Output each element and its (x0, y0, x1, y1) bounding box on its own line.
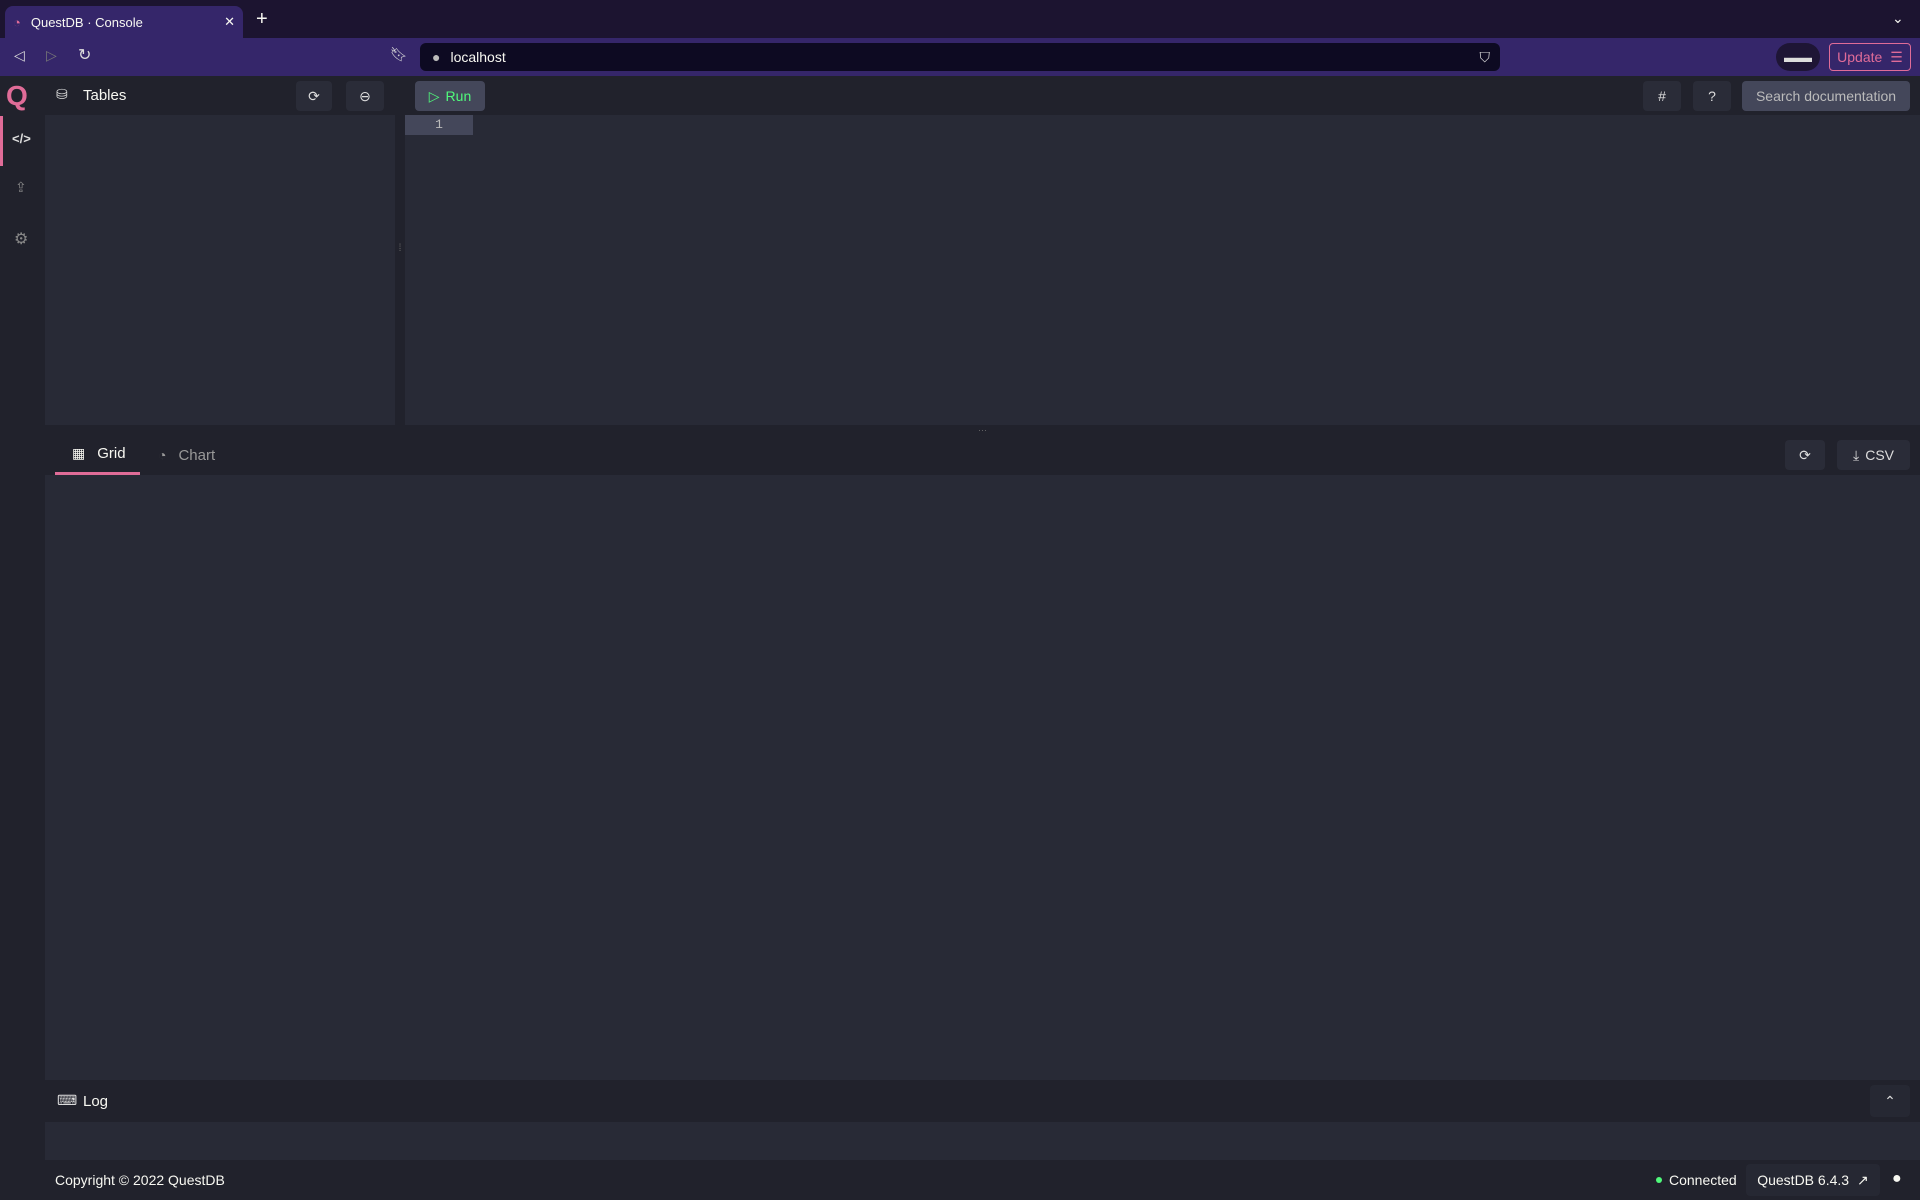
brave-shield-icon[interactable]: ⛉ (1480, 49, 1491, 66)
reload-icon[interactable]: ↻ (78, 45, 91, 65)
questdb-favicon-icon: ◔ (13, 14, 21, 30)
horizontal-splitter[interactable]: ⋯ (45, 425, 1920, 435)
browser-tab[interactable]: ◔ QuestDB · Console ✕ (5, 6, 243, 38)
log-title: Log (83, 1093, 109, 1110)
tables-title: Tables (83, 87, 127, 104)
tables-panel (45, 115, 395, 425)
run-label: Run (445, 88, 472, 104)
external-link-icon: ↗ (1857, 1171, 1869, 1188)
database-icon: ⛁ (56, 86, 68, 102)
csv-label: CSV (1865, 447, 1894, 463)
search-documentation-button[interactable]: Search documentation (1742, 81, 1910, 111)
menu-icon: ☰ (1890, 48, 1903, 65)
code-editor-icon[interactable]: </> (12, 131, 31, 146)
app-header: Q ⛁ Tables ⟳ ⊖ ▷ Run # ? Search documenta… (0, 76, 1920, 115)
tab-chart-label: Chart (178, 446, 216, 464)
new-tab-button[interactable]: + (256, 8, 268, 31)
bookmark-icon[interactable]: 🔖︎ (390, 46, 408, 63)
tab-grid-label: Grid (97, 445, 126, 462)
run-button[interactable]: ▷ Run (415, 81, 485, 111)
slack-button[interactable]: # (1643, 81, 1681, 111)
refresh-results-button[interactable]: ⟳ (1785, 440, 1825, 470)
connected-status-dot (1656, 1177, 1662, 1183)
site-info-icon: ● (432, 49, 441, 65)
log-panel (45, 1122, 1920, 1160)
update-label: Update (1837, 49, 1883, 65)
sidebar: </> ⇪ ⚙ (0, 115, 45, 1160)
close-tab-icon[interactable]: ✕ (224, 14, 235, 30)
active-indicator (0, 116, 3, 166)
download-csv-button[interactable]: ⤓ CSV (1837, 440, 1910, 470)
back-icon[interactable]: ◁ (14, 47, 25, 64)
version-label: QuestDB 6.4.3 (1757, 1172, 1850, 1188)
update-button[interactable]: Update ☰ (1829, 43, 1911, 71)
download-icon: ⤓ (1853, 446, 1860, 463)
connection-status: Connected (1669, 1172, 1737, 1188)
forward-icon[interactable]: ▷ (46, 47, 57, 64)
pie-chart-icon: ◔ (158, 447, 167, 463)
grid-icon: ▦ (72, 445, 86, 461)
log-header: ⌨ Log ⌃ (45, 1080, 1920, 1122)
terminal-icon: ⌨ (57, 1092, 78, 1108)
refresh-tables-button[interactable]: ⟳ (296, 81, 332, 111)
questdb-logo: Q (6, 80, 28, 111)
browser-tab-bar: ◔ QuestDB · Console ✕ + ⌄ (0, 0, 1920, 38)
play-icon: ▷ (428, 87, 440, 104)
tab-list-chevron-icon[interactable]: ⌄ (1892, 10, 1904, 27)
settings-gear-icon[interactable]: ⚙ (14, 229, 28, 249)
import-upload-icon[interactable]: ⇪ (15, 179, 27, 196)
help-button[interactable]: ? (1693, 81, 1731, 111)
address-bar[interactable]: ● localhost ⛉ (420, 43, 1500, 71)
tab-grid[interactable]: ▦ Grid (55, 435, 140, 475)
tab-title: QuestDB · Console (30, 14, 143, 30)
line-number: 1 (405, 115, 473, 135)
tab-chart[interactable]: ◔ Chart (150, 435, 240, 475)
vertical-splitter[interactable]: ⁞ (395, 115, 405, 425)
results-grid (45, 475, 1920, 1080)
sql-editor[interactable] (405, 115, 1920, 425)
questdb-version-link[interactable]: QuestDB 6.4.3 ↗ (1746, 1164, 1880, 1196)
github-icon[interactable]: ● (1892, 1170, 1902, 1188)
footer: Copyright © 2022 QuestDB Connected Quest… (0, 1160, 1920, 1200)
copyright-text: Copyright © 2022 QuestDB (55, 1172, 225, 1188)
private-glasses-icon[interactable]: ▬▬ (1776, 43, 1820, 71)
expand-log-button[interactable]: ⌃ (1870, 1085, 1910, 1117)
url-text: localhost (450, 49, 506, 65)
collapse-tables-button[interactable]: ⊖ (346, 81, 384, 111)
results-tab-bar: ▦ Grid ◔ Chart ⟳ ⤓ CSV (45, 435, 1920, 475)
